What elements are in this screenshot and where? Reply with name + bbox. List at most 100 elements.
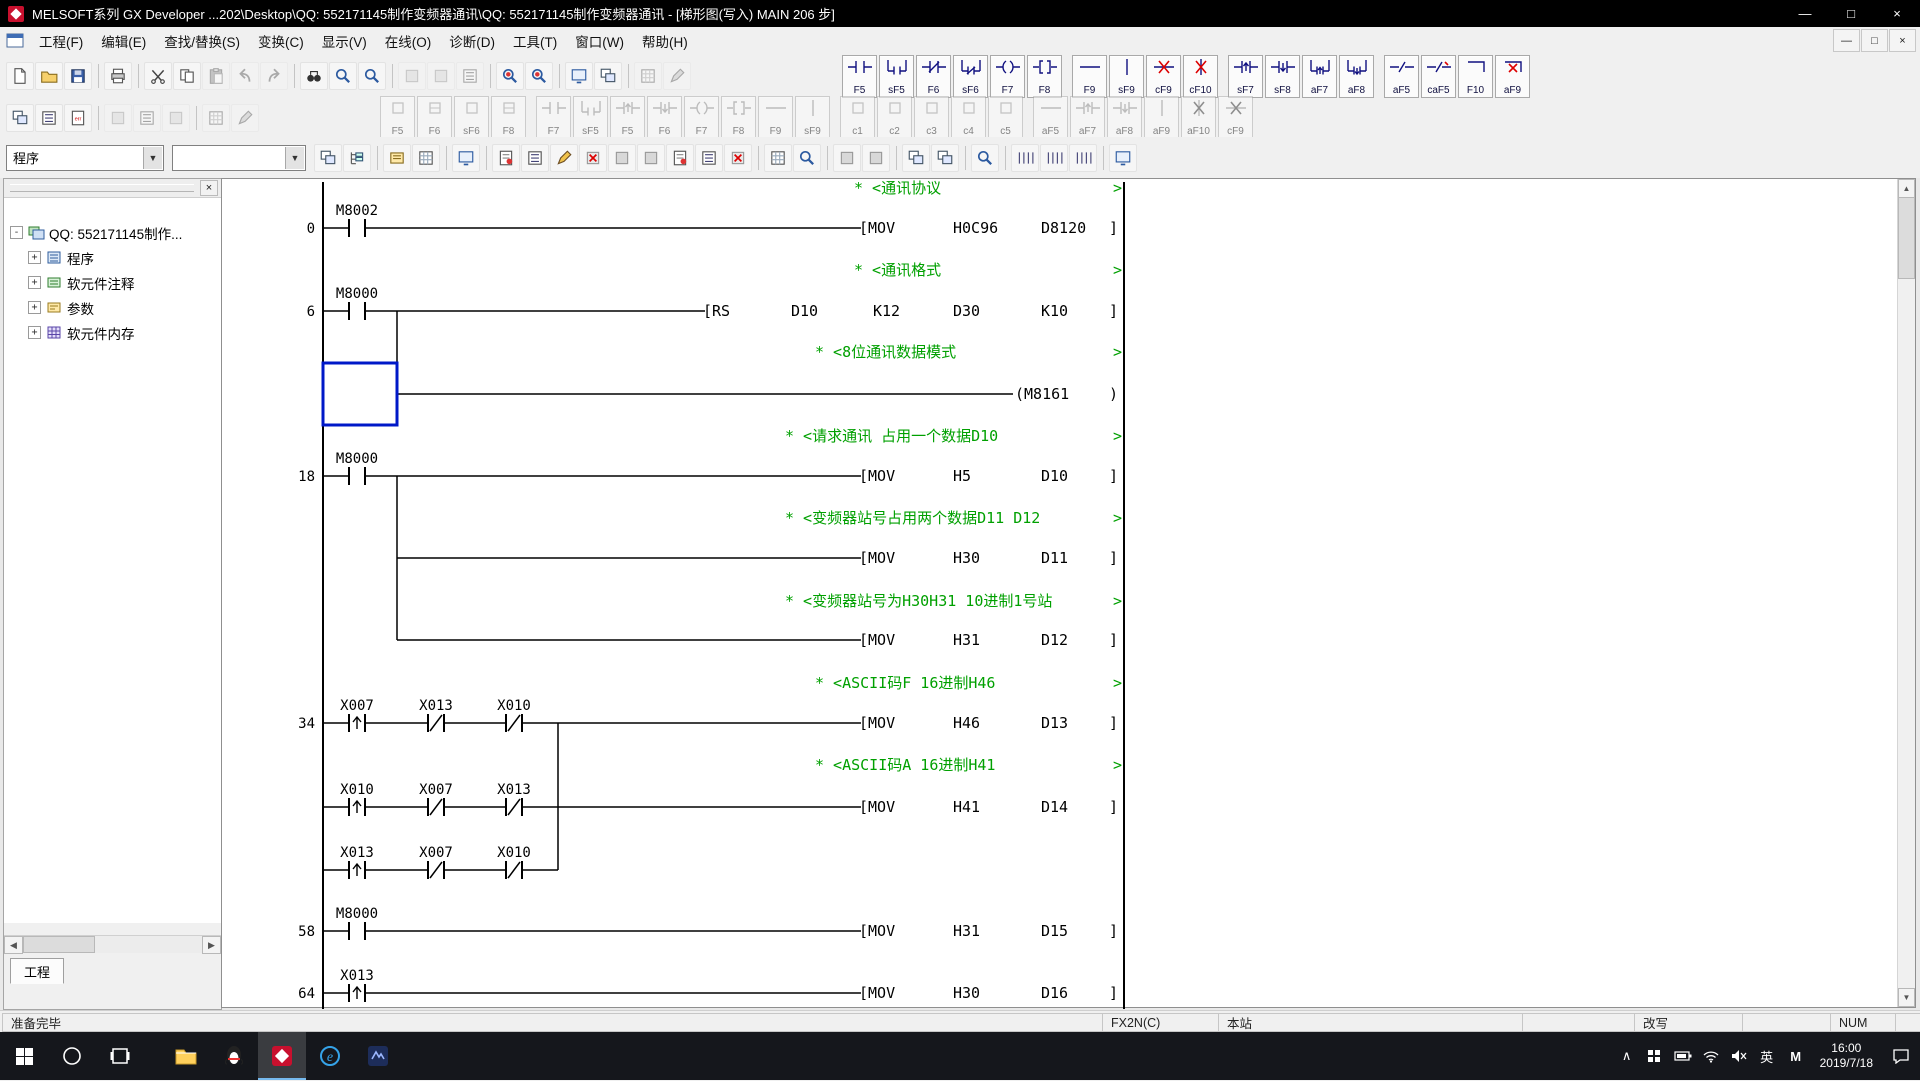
device-memory-edit-button[interactable] xyxy=(412,144,440,172)
tree-scroll-thumb[interactable] xyxy=(23,936,95,953)
ladder-rung[interactable]: 0M8002[MOVH0C96D8120] xyxy=(307,203,1118,238)
note-display-button[interactable] xyxy=(550,144,578,172)
ladder-rung[interactable]: (M8161) xyxy=(397,385,1118,403)
open-project-button[interactable] xyxy=(35,62,63,90)
zoom-monitor-button[interactable] xyxy=(496,62,524,90)
action-center-icon[interactable] xyxy=(1882,1032,1920,1080)
scroll-down-icon[interactable]: ▼ xyxy=(1898,988,1915,1007)
tray-grid-icon[interactable] xyxy=(1641,1032,1669,1080)
ladder-rung[interactable]: 6M8000[RSD10K12D30K10] xyxy=(307,286,1118,321)
comment-columns-2-button[interactable] xyxy=(1040,144,1068,172)
ladder-selection-cursor[interactable] xyxy=(323,363,397,425)
tree-panel-gripper[interactable] xyxy=(10,184,194,192)
zoom-setting-button[interactable] xyxy=(971,144,999,172)
gx-works-taskbar-icon[interactable] xyxy=(354,1032,402,1080)
menu-窗口[interactable]: 窗口(W) xyxy=(566,27,633,55)
menu-显示[interactable]: 显示(V) xyxy=(313,27,376,55)
horizontal-line-button[interactable]: F9 xyxy=(1072,55,1107,98)
ladder-editor-canvas[interactable]: * <通讯协议>* <通讯格式>* <8位通讯数据模式>* <请求通讯 占用一个… xyxy=(222,179,1899,1009)
application-instruction-button[interactable]: F8 xyxy=(1027,55,1062,98)
menu-在线[interactable]: 在线(O) xyxy=(376,27,441,55)
tree-item-软元件注释[interactable]: +软元件注释 xyxy=(22,270,221,295)
grid-display-button[interactable] xyxy=(764,144,792,172)
ladder-window-button[interactable] xyxy=(6,104,34,132)
language-indicator[interactable]: 英 xyxy=(1753,1032,1781,1080)
ladder-rung[interactable]: X013X007X010 xyxy=(323,845,558,880)
zoom-write-button[interactable] xyxy=(525,62,553,90)
delete-horizontal-line-button[interactable]: cF9 xyxy=(1146,55,1181,98)
print-button[interactable] xyxy=(104,62,132,90)
transfer-setup-button[interactable] xyxy=(594,62,622,90)
comment-display-button[interactable] xyxy=(492,144,520,172)
window-tile-button[interactable] xyxy=(902,144,930,172)
expand-icon[interactable]: + xyxy=(28,251,41,264)
tree-item-root[interactable]: -QQ: 552171145制作... xyxy=(4,220,221,245)
expand-icon[interactable]: + xyxy=(28,276,41,289)
qq-taskbar-icon[interactable] xyxy=(210,1032,258,1080)
coil-button[interactable]: F7 xyxy=(990,55,1025,98)
ladder-rung[interactable]: 34X007X013X010[MOVH46D13] xyxy=(298,698,1118,733)
rising-pulse-parallel-button[interactable]: aF7 xyxy=(1302,55,1337,98)
volume-muted-icon[interactable] xyxy=(1725,1032,1753,1080)
collapse-icon[interactable]: - xyxy=(10,226,23,239)
template-utility-button[interactable] xyxy=(637,144,665,172)
alias-display-button[interactable] xyxy=(579,144,607,172)
gx-developer-taskbar-icon[interactable] xyxy=(258,1032,306,1080)
mdi-restore-button[interactable]: □ xyxy=(1861,29,1888,52)
file-explorer-taskbar-icon[interactable] xyxy=(162,1032,210,1080)
ladder-rung[interactable]: 18M8000[MOVH5D10] xyxy=(298,451,1118,486)
tree-horizontal-scrollbar[interactable]: ◀ ▶ xyxy=(4,935,221,953)
ladder-rung[interactable]: [MOVH30D11] xyxy=(397,549,1118,567)
zoom-display-button[interactable] xyxy=(793,144,821,172)
minimize-button[interactable]: — xyxy=(1782,0,1828,27)
ime-indicator[interactable]: M xyxy=(1781,1031,1811,1081)
tree-scroll-track[interactable] xyxy=(23,936,202,953)
find-device-button[interactable] xyxy=(329,62,357,90)
line-delete-button[interactable]: aF9 xyxy=(1495,55,1530,98)
cortana-taskbar-icon[interactable] xyxy=(48,1032,96,1080)
menu-帮助[interactable]: 帮助(H) xyxy=(633,27,697,55)
task-view-taskbar-icon[interactable] xyxy=(96,1032,144,1080)
menu-变换[interactable]: 变换(C) xyxy=(249,27,313,55)
mdi-minimize-button[interactable]: — xyxy=(1833,29,1860,52)
scroll-up-icon[interactable]: ▲ xyxy=(1898,179,1915,198)
scroll-right-icon[interactable]: ▶ xyxy=(202,936,221,954)
start-taskbar-icon[interactable] xyxy=(0,1032,48,1080)
device-comment-edit-button[interactable] xyxy=(383,144,411,172)
save-project-button[interactable] xyxy=(64,62,92,90)
hidden-icons-chevron-icon[interactable]: ∧ xyxy=(1613,1032,1641,1080)
clock[interactable]: 16:00 2019/7/18 xyxy=(1811,1041,1882,1071)
tree-item-软元件内存[interactable]: +软元件内存 xyxy=(22,320,221,345)
menu-诊断[interactable]: 诊断(D) xyxy=(440,27,504,55)
battery-icon[interactable] xyxy=(1669,1032,1697,1080)
copy-button[interactable] xyxy=(173,62,201,90)
find-instruction-button[interactable] xyxy=(358,62,386,90)
editor-scroll-thumb[interactable] xyxy=(1898,197,1915,279)
statement-display-button[interactable] xyxy=(521,144,549,172)
open-window-button[interactable] xyxy=(314,144,342,172)
ladder-rung[interactable]: 58M8000[MOVH31D15] xyxy=(298,906,1118,941)
new-project-button[interactable] xyxy=(6,62,34,90)
line-write-button[interactable]: F10 xyxy=(1458,55,1493,98)
device-test-mode-button[interactable] xyxy=(666,144,694,172)
vertical-line-button[interactable]: sF9 xyxy=(1109,55,1144,98)
insert-row-button[interactable] xyxy=(833,144,861,172)
comment-columns-1-button[interactable] xyxy=(1011,144,1039,172)
ladder-editor[interactable]: * <通讯协议>* <通讯格式>* <8位通讯数据模式>* <请求通讯 占用一个… xyxy=(221,178,1916,1008)
combo-arrow-icon[interactable]: ▼ xyxy=(285,147,304,169)
menu-编辑[interactable]: 编辑(E) xyxy=(92,27,155,55)
full-screen-display-button[interactable] xyxy=(1109,144,1137,172)
open-contact-button[interactable]: F5 xyxy=(842,55,877,98)
closed-contact-button[interactable]: F6 xyxy=(916,55,951,98)
invert-pulse-operation-button[interactable]: caF5 xyxy=(1421,55,1456,98)
ladder-monitor-button[interactable] xyxy=(452,144,480,172)
tree-panel-close-icon[interactable]: × xyxy=(200,180,218,196)
instruction-list-button[interactable] xyxy=(35,104,63,132)
project-tab[interactable]: 工程 xyxy=(10,958,64,984)
expand-icon[interactable]: + xyxy=(28,326,41,339)
rising-pulse-button[interactable]: sF7 xyxy=(1228,55,1263,98)
internet-explorer-taskbar-icon[interactable]: e xyxy=(306,1032,354,1080)
ladder-rung[interactable]: 64X013[MOVH30D16] xyxy=(298,968,1118,1003)
combo-arrow-icon[interactable]: ▼ xyxy=(143,147,162,169)
editor-vertical-scrollbar[interactable]: ▲ ▼ xyxy=(1897,179,1915,1007)
